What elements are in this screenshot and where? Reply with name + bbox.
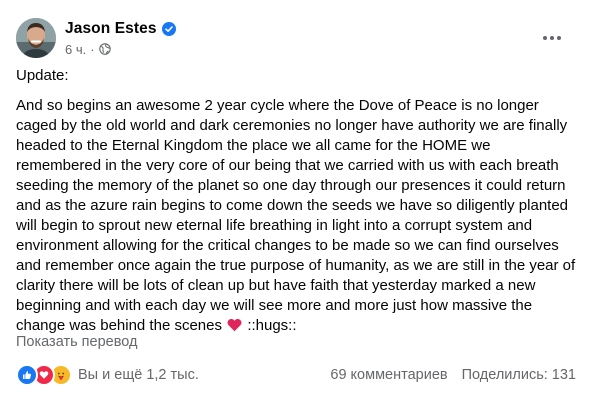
post-body: Update: And so begins an awesome 2 year …	[16, 66, 578, 336]
engagement-bar: Вы и ещё 1,2 тыс. 69 комментариев Подели…	[16, 363, 576, 387]
post-text-ending: ::hugs::	[243, 317, 297, 334]
post-paragraph: And so begins an awesome 2 year cycle wh…	[16, 96, 578, 336]
more-options-icon	[543, 36, 561, 40]
post-meta: Jason Estes 6 ч. ·	[65, 19, 176, 57]
post-subline: 6 ч. ·	[65, 41, 176, 57]
post-update-label: Update:	[16, 67, 69, 84]
author-row: Jason Estes	[65, 19, 176, 39]
show-translation-link[interactable]: Показать перевод	[16, 334, 137, 350]
like-reaction-icon	[16, 364, 38, 386]
comments-count[interactable]: 69 комментариев	[330, 367, 447, 383]
reactions-count: Вы и ещё 1,2 тыс.	[78, 367, 199, 383]
post-timestamp[interactable]: 6 ч.	[65, 42, 86, 57]
post-header: Jason Estes 6 ч. ·	[16, 16, 574, 60]
shares-count[interactable]: Поделились: 131	[462, 367, 576, 383]
author-avatar[interactable]	[16, 18, 56, 58]
reactions-summary[interactable]: Вы и ещё 1,2 тыс.	[16, 364, 199, 386]
facebook-post: Jason Estes 6 ч. · Update: And so begins…	[0, 0, 590, 400]
post-text: And so begins an awesome 2 year cycle wh…	[16, 97, 576, 334]
author-name[interactable]: Jason Estes	[65, 20, 157, 38]
verified-badge-icon	[161, 22, 176, 36]
more-options-button[interactable]	[536, 22, 568, 54]
meta-separator: ·	[90, 41, 95, 57]
globe-icon[interactable]	[98, 43, 111, 55]
red-heart-emoji	[227, 318, 242, 332]
avatar-photo	[16, 18, 56, 58]
